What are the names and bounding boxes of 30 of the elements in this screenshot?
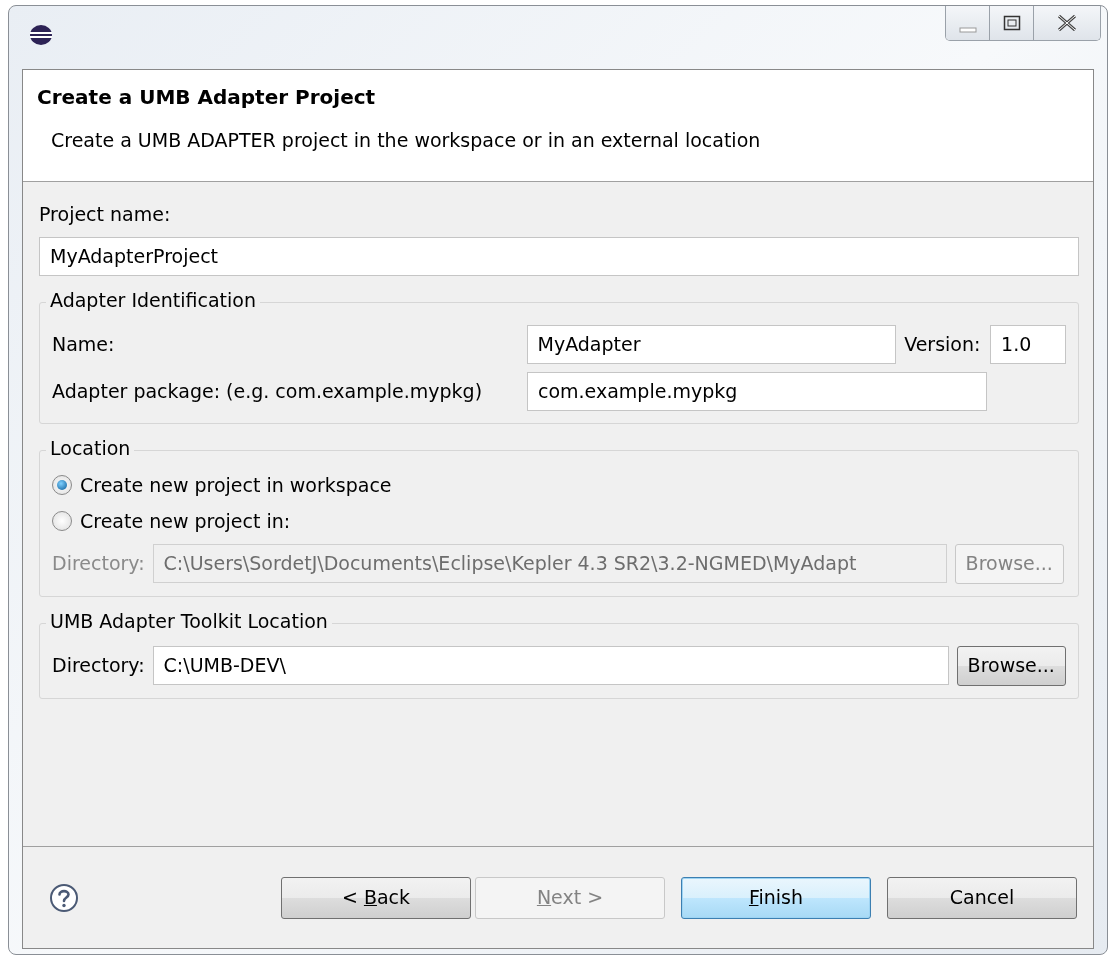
dialog-button[interactable]: Cancel [887, 876, 1077, 919]
maximize-icon [1002, 15, 1021, 31]
radio-option[interactable]: Create new project in: [52, 507, 1066, 536]
name-field[interactable]: MyAdapter [526, 324, 897, 364]
field-label: Directory: [52, 653, 145, 679]
option-label: Create new project in workspace [80, 472, 392, 498]
dialog-button[interactable]: Finish [681, 876, 871, 919]
field-label: Version: [904, 331, 982, 357]
radio-option[interactable]: Create new project in workspace [52, 470, 1066, 499]
help-icon[interactable] [49, 882, 79, 913]
browse-button[interactable]: Browse... [956, 645, 1066, 686]
version-field[interactable]: 1.0 [990, 324, 1066, 364]
close-icon [1056, 14, 1078, 32]
radio-button[interactable] [52, 474, 72, 495]
radio-button[interactable] [52, 511, 72, 532]
package-field[interactable]: com.example.mypkg [527, 371, 987, 411]
page-title: Create a UMB Adapter Project [37, 84, 377, 111]
option-label: Create new project in: [80, 509, 291, 534]
directory-field[interactable]: C:\UMB-DEV\ [152, 646, 949, 685]
project-name-field[interactable]: MyAdapterProject [39, 236, 1079, 276]
maximize-button[interactable] [990, 6, 1034, 40]
dialog-button[interactable]: < Back [281, 876, 471, 919]
close-button[interactable] [1034, 6, 1100, 40]
minimize-icon [958, 27, 977, 33]
field-label: Directory: [52, 551, 145, 577]
field-label: Adapter package: (e.g. com.example.mypkg) [52, 378, 484, 404]
app-icon [29, 23, 53, 46]
field-label: Project name: [39, 202, 172, 227]
page-description: Create a UMB ADAPTER project in the workspace or in an external location [51, 128, 762, 153]
field-label: Name: [52, 331, 116, 357]
